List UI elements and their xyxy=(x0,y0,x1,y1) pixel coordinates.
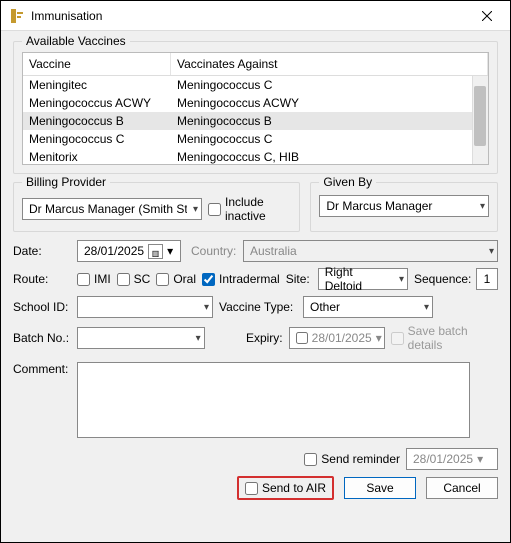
billing-provider-group: Billing Provider Dr Marcus Manager (Smit… xyxy=(13,182,300,232)
table-row[interactable]: Meningococcus ACWYMeningococcus ACWY xyxy=(23,94,488,112)
chevron-down-icon: ▾ xyxy=(399,274,404,285)
app-icon xyxy=(9,8,25,24)
chevron-down-icon: ▾ xyxy=(477,452,483,466)
save-button[interactable]: Save xyxy=(344,477,416,499)
sequence-label: Sequence: xyxy=(414,272,470,286)
country-select: Australia ▾ xyxy=(243,240,498,262)
window-title: Immunisation xyxy=(31,9,464,23)
site-label: Site: xyxy=(286,272,312,286)
school-id-select[interactable]: ▾ xyxy=(77,296,213,318)
chevron-down-icon: ▾ xyxy=(167,244,173,258)
chevron-down-icon: ▾ xyxy=(376,331,382,345)
date-label: Date: xyxy=(13,244,71,258)
billing-provider-select[interactable]: Dr Marcus Manager (Smith Street P ▾ xyxy=(22,198,202,220)
calendar-icon: ▥ xyxy=(148,244,163,259)
given-by-group: Given By Dr Marcus Manager ▾ xyxy=(310,182,498,232)
titlebar: Immunisation xyxy=(1,1,510,31)
save-batch-details-checkbox: Save batch details xyxy=(391,324,498,352)
chevron-down-icon: ▾ xyxy=(489,246,494,257)
batch-no-select[interactable]: ▾ xyxy=(77,327,205,349)
expiry-label: Expiry: xyxy=(211,331,283,345)
include-inactive-checkbox[interactable]: Include inactive xyxy=(208,195,291,223)
close-button[interactable] xyxy=(464,1,510,31)
col-against[interactable]: Vaccinates Against xyxy=(171,53,488,75)
table-row[interactable]: MenitorixMeningococcus C, HIB xyxy=(23,148,488,164)
grid-scroll-thumb[interactable] xyxy=(474,86,486,146)
available-vaccines-label: Available Vaccines xyxy=(22,34,130,48)
date-picker[interactable]: 28/01/2025 ▥ ▾ xyxy=(77,240,181,262)
table-row[interactable]: Meningococcus CMeningococcus C xyxy=(23,130,488,148)
batch-no-label: Batch No.: xyxy=(13,331,71,345)
chevron-down-icon: ▾ xyxy=(193,204,198,215)
vaccine-grid-header: Vaccine Vaccinates Against xyxy=(23,53,488,76)
given-by-label: Given By xyxy=(319,175,376,189)
route-label: Route: xyxy=(13,272,71,286)
col-vaccine[interactable]: Vaccine xyxy=(23,53,171,75)
given-by-select[interactable]: Dr Marcus Manager ▾ xyxy=(319,195,489,217)
chevron-down-icon: ▾ xyxy=(196,333,201,344)
comment-label: Comment: xyxy=(13,362,71,376)
send-to-air-highlight: Send to AIR xyxy=(237,476,334,500)
site-select[interactable]: Right Deltoid ▾ xyxy=(318,268,408,290)
send-reminder-checkbox[interactable]: Send reminder xyxy=(304,452,400,466)
chevron-down-icon: ▾ xyxy=(424,302,429,313)
expiry-date-picker[interactable]: 28/01/2025 ▾ xyxy=(289,327,385,349)
route-intradermal-checkbox[interactable]: Intradermal xyxy=(202,272,280,286)
immunisation-dialog: Immunisation Available Vaccines Vaccine … xyxy=(0,0,511,543)
available-vaccines-group: Available Vaccines Vaccine Vaccinates Ag… xyxy=(13,41,498,174)
send-to-air-checkbox[interactable]: Send to AIR xyxy=(245,481,326,495)
table-row[interactable]: MeningitecMeningococcus C xyxy=(23,76,488,94)
comment-textarea[interactable] xyxy=(77,362,470,438)
grid-scrollbar[interactable] xyxy=(472,76,488,164)
billing-provider-label: Billing Provider xyxy=(22,175,110,189)
vaccine-type-select[interactable]: Other ▾ xyxy=(303,296,433,318)
route-sc-checkbox[interactable]: SC xyxy=(117,272,151,286)
expiry-enable-checkbox[interactable] xyxy=(296,332,308,344)
chevron-down-icon: ▾ xyxy=(480,201,485,212)
vaccine-grid[interactable]: Vaccine Vaccinates Against MeningitecMen… xyxy=(22,52,489,165)
sequence-input[interactable] xyxy=(476,268,498,290)
table-row[interactable]: Meningococcus BMeningococcus B xyxy=(23,112,488,130)
vaccine-type-label: Vaccine Type: xyxy=(219,300,297,314)
route-imi-checkbox[interactable]: IMI xyxy=(77,272,111,286)
school-id-label: School ID: xyxy=(13,300,71,314)
close-icon xyxy=(482,11,492,21)
reminder-date-picker: 28/01/2025 ▾ xyxy=(406,448,498,470)
cancel-button[interactable]: Cancel xyxy=(426,477,498,499)
chevron-down-icon: ▾ xyxy=(204,302,209,313)
route-oral-checkbox[interactable]: Oral xyxy=(156,272,196,286)
country-label: Country: xyxy=(191,244,237,258)
